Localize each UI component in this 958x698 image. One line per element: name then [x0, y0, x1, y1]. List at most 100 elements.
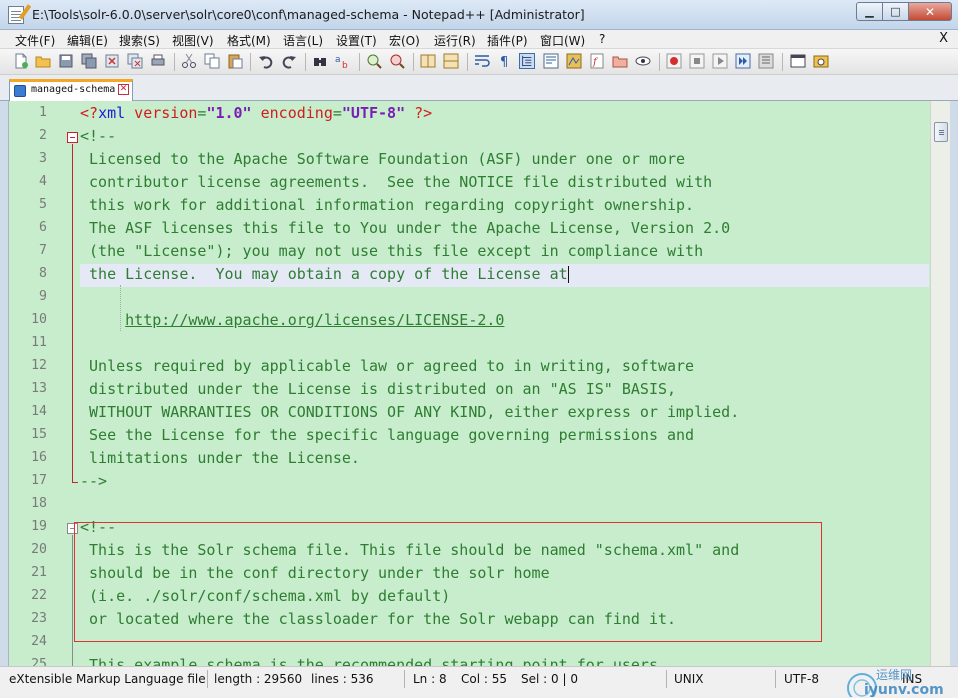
menu-file[interactable]: 文件(F): [15, 32, 55, 49]
line-number-gutter: 1 2 3 4 5 6 7 8 9 10 11 12 13 14 15 16 17 18 19 20 21 22 23 24 2…: [9, 101, 66, 666]
word-wrap-icon[interactable]: [474, 53, 490, 69]
window-title: E:\Tools\solr-6.0.0\server\solr\core0\co…: [32, 7, 585, 22]
menu-run[interactable]: 运行(R): [434, 32, 476, 49]
save-icon[interactable]: [58, 53, 74, 69]
fold-line: [72, 535, 73, 666]
close-all-icon[interactable]: [127, 53, 143, 69]
close-icon[interactable]: [104, 53, 120, 69]
console-icon[interactable]: [790, 53, 806, 69]
function-list-icon[interactable]: f: [589, 53, 605, 69]
scrollbar-thumb[interactable]: [934, 122, 948, 142]
code-line[interactable]: See the License for the specific languag…: [80, 425, 694, 448]
status-eol: UNIX: [674, 672, 704, 686]
code-line[interactable]: Licensed to the Apache Software Foundati…: [80, 149, 685, 172]
monitor-icon[interactable]: [635, 53, 651, 69]
line-number: 1: [39, 105, 47, 120]
code-line[interactable]: limitations under the License.: [80, 448, 360, 471]
comment-text: See the License for the specific languag…: [80, 426, 695, 444]
sync-v-icon[interactable]: [420, 53, 436, 69]
indent-guide-icon[interactable]: [519, 53, 535, 69]
status-lines: lines : 536: [311, 672, 374, 686]
status-length: length : 29560: [214, 672, 303, 686]
launch-icon[interactable]: [813, 53, 829, 69]
replace-icon[interactable]: ab: [335, 53, 351, 69]
save-all-icon[interactable]: [81, 53, 97, 69]
line-number: 22: [31, 588, 47, 603]
doc-map-icon[interactable]: [566, 53, 582, 69]
undo-icon[interactable]: [258, 53, 274, 69]
code-line[interactable]: distributed under the License is distrib…: [80, 379, 676, 402]
tab-bar: managed-schema ✕: [0, 75, 958, 101]
code-line[interactable]: Unless required by applicable law or agr…: [80, 356, 694, 379]
code-line[interactable]: The ASF licenses this file to You under …: [80, 218, 730, 241]
user-lang-icon[interactable]: [543, 53, 559, 69]
stop-record-icon[interactable]: [689, 53, 705, 69]
show-all-chars-icon[interactable]: ¶: [497, 53, 513, 69]
menu-edit[interactable]: 编辑(E): [67, 32, 108, 49]
menu-plugins[interactable]: 插件(P): [487, 32, 528, 49]
line-number: 8: [39, 266, 47, 281]
print-icon[interactable]: [150, 53, 166, 69]
zoom-out-icon[interactable]: [389, 53, 405, 69]
syntax-token: =: [332, 104, 342, 122]
code-line[interactable]: this work for additional information reg…: [80, 195, 694, 218]
vertical-scrollbar[interactable]: [930, 101, 950, 666]
code-line[interactable]: <?xml version="1.0" encoding="UTF-8" ?>: [80, 103, 432, 126]
title-bar: E:\Tools\solr-6.0.0\server\solr\core0\co…: [0, 0, 958, 30]
fold-line: [72, 144, 73, 482]
fold-toggle-icon[interactable]: [67, 132, 78, 143]
open-file-icon[interactable]: [35, 53, 51, 69]
code-line[interactable]: <!--: [80, 126, 116, 149]
code-line[interactable]: WITHOUT WARRANTIES OR CONDITIONS OF ANY …: [80, 402, 739, 425]
comment-text: limitations under the License.: [80, 449, 360, 467]
save-macro-icon[interactable]: [758, 53, 774, 69]
run-multiple-icon[interactable]: [735, 53, 751, 69]
line-number: 4: [39, 174, 47, 189]
code-line[interactable]: http://www.apache.org/licenses/LICENSE-2…: [80, 310, 504, 333]
comment-text: WITHOUT WARRANTIES OR CONDITIONS OF ANY …: [80, 403, 740, 421]
close-tab-icon[interactable]: ✕: [118, 84, 129, 95]
comment-text: Licensed to the Apache Software Foundati…: [80, 150, 686, 168]
line-number: 12: [31, 358, 47, 373]
watermark-bottom-text: iyunv.com: [864, 682, 944, 697]
editor-area[interactable]: 1 2 3 4 5 6 7 8 9 10 11 12 13 14 15 16 17 18 19 20 21 22 23 24 2…: [8, 101, 950, 666]
paste-icon[interactable]: [227, 53, 243, 69]
fold-end: [72, 482, 78, 483]
line-number: 2: [39, 128, 47, 143]
syntax-token: version: [125, 104, 198, 122]
sync-h-icon[interactable]: [443, 53, 459, 69]
line-number: 10: [31, 312, 47, 327]
line-number: 25: [31, 657, 47, 666]
folder-icon[interactable]: [612, 53, 628, 69]
find-icon[interactable]: [312, 53, 328, 69]
copy-icon[interactable]: [204, 53, 220, 69]
zoom-in-icon[interactable]: [366, 53, 382, 69]
play-macro-icon[interactable]: [712, 53, 728, 69]
notepad-plus-plus-icon[interactable]: [8, 6, 24, 24]
cut-icon[interactable]: [181, 53, 197, 69]
license-link[interactable]: http://www.apache.org/licenses/LICENSE-2…: [125, 311, 504, 329]
tab-managed-schema[interactable]: managed-schema ✕: [9, 79, 133, 101]
close-document-button[interactable]: X: [939, 31, 948, 46]
menu-help[interactable]: ?: [599, 32, 605, 46]
menu-window[interactable]: 窗口(W): [540, 32, 585, 49]
menu-search[interactable]: 搜索(S): [119, 32, 160, 49]
redo-icon[interactable]: [281, 53, 297, 69]
code-line[interactable]: contributor license agreements. See the …: [80, 172, 712, 195]
menu-view[interactable]: 视图(V): [172, 32, 214, 49]
code-line[interactable]: -->: [80, 471, 107, 494]
new-file-icon[interactable]: [13, 53, 29, 69]
menu-macro[interactable]: 宏(O): [389, 32, 420, 49]
code-line[interactable]: the License. You may obtain a copy of th…: [80, 264, 569, 287]
maximize-button[interactable]: □: [882, 2, 908, 21]
status-selection: Sel : 0 | 0: [521, 672, 578, 686]
menu-language[interactable]: 语言(L): [283, 32, 323, 49]
menu-settings[interactable]: 设置(T): [336, 32, 377, 49]
menu-format[interactable]: 格式(M): [227, 32, 271, 49]
svg-text:¶: ¶: [500, 55, 508, 69]
minimize-button[interactable]: ▁: [856, 2, 882, 21]
code-line[interactable]: This example schema is the recommended s…: [80, 655, 667, 666]
close-window-button[interactable]: ✕: [908, 2, 952, 21]
record-macro-icon[interactable]: [666, 53, 682, 69]
code-line[interactable]: (the "License"); you may not use this fi…: [80, 241, 703, 264]
